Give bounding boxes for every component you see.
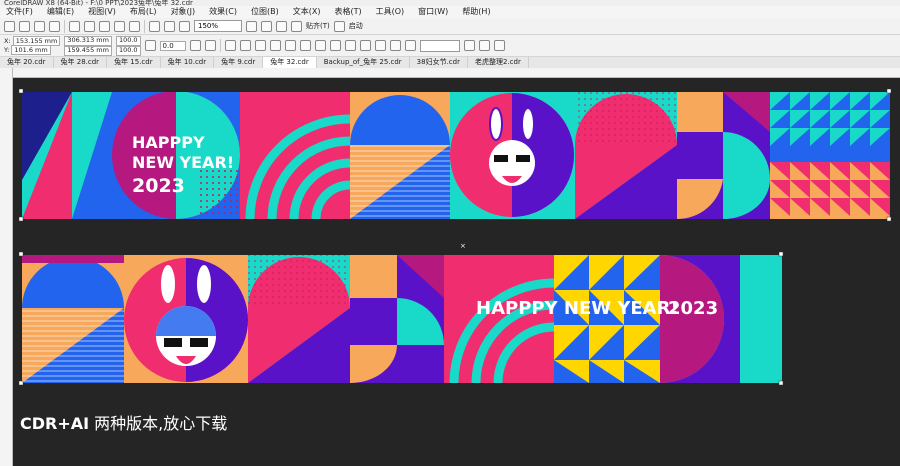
banner-2[interactable] — [22, 255, 782, 383]
bg-panel — [22, 255, 124, 263]
bottom-caption: CDR+AI 两种版本,放心下载 — [20, 410, 227, 434]
banner-1-year: 2023 — [132, 175, 185, 197]
banner-1-line1: HAPPPY — [132, 133, 205, 152]
square-shape — [677, 92, 723, 132]
square-shape — [350, 255, 397, 298]
stripe-pattern — [22, 308, 124, 383]
caption-rest: 两种版本,放心下载 — [89, 414, 228, 433]
caption-bold: CDR+AI — [20, 414, 90, 433]
stripe-pattern — [350, 145, 450, 219]
artwork-svg: HAPPPY NEW YEAR! 2023 HAPPPY NEW YEAR! 2… — [18, 88, 892, 386]
dot-pattern — [248, 255, 350, 308]
dot-pattern — [575, 92, 677, 145]
banner-2-year: 2023 — [668, 298, 718, 319]
center-marker-icon: × — [460, 242, 466, 250]
banner-1-line2: NEW YEAR! — [132, 153, 234, 172]
banner-2-line1: HAPPPY NEW YEAR! — [476, 298, 679, 319]
